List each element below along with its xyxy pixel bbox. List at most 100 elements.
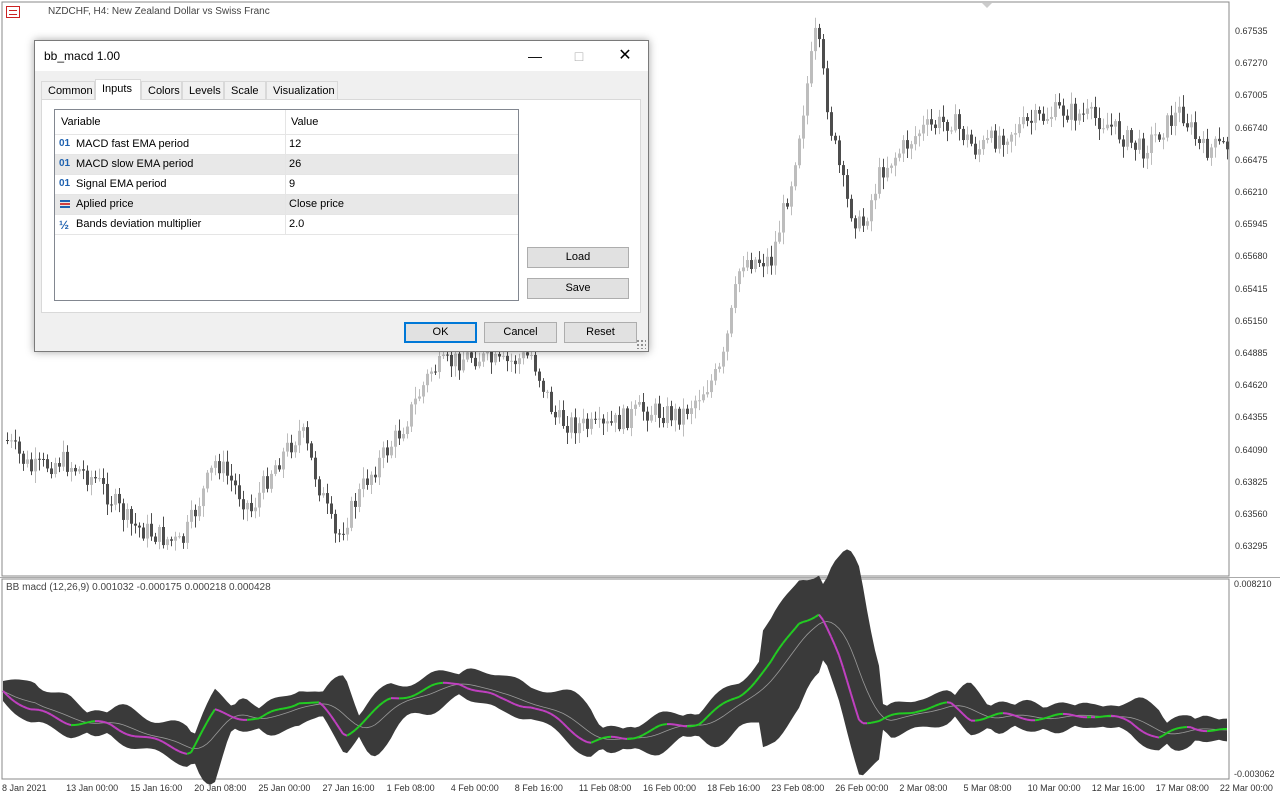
price-candle [334,513,337,534]
price-candle [70,467,73,472]
macd-line-segment [38,708,44,712]
price-candle [802,115,805,139]
price-candle [278,465,281,470]
indicator-properties-dialog[interactable]: bb_macd 1.00 — □ ✕ Common Inputs Colors … [34,40,649,352]
resize-grip-icon[interactable] [636,339,646,349]
macd-line-segment [282,706,288,710]
tab-scale[interactable]: Scale [224,81,266,99]
price-candle [238,485,241,500]
variable-value[interactable]: 26 [289,158,301,170]
price-candle [530,354,533,356]
variable-value[interactable]: 2.0 [289,218,304,230]
input-row-fast-ema[interactable]: 01 MACD fast EMA period 12 [55,135,518,155]
price-candle [1226,141,1229,150]
price-candle [1002,135,1005,145]
price-candle [506,355,509,362]
price-candle [42,458,45,460]
price-candle [790,186,793,207]
macd-line-segment [734,695,740,700]
price-candle [394,430,397,447]
price-candle [874,193,877,201]
price-candle [18,441,21,454]
macd-line-segment [690,724,696,728]
price-candle [590,418,593,429]
price-candle [1130,130,1133,143]
price-tick-label: 0.67270 [1235,58,1268,69]
close-button[interactable]: ✕ [602,41,648,71]
price-candle [1070,103,1073,120]
tab-visualization[interactable]: Visualization [266,81,338,99]
macd-line-segment [102,720,108,724]
integer-icon: 01 [59,158,71,169]
reset-button[interactable]: Reset [564,322,637,343]
price-candle [782,203,785,233]
price-candle [130,509,133,524]
macd-line-segment [914,710,920,714]
tab-levels[interactable]: Levels [182,81,224,99]
input-row-applied-price[interactable]: Aplied price Close price [55,195,518,215]
price-candle [1042,113,1045,121]
macd-line-segment [922,708,928,712]
price-candle [630,408,633,428]
price-candle [738,271,741,285]
tab-colors[interactable]: Colors [141,81,182,99]
price-candle [550,391,553,412]
price-candle [990,130,993,139]
input-row-bands-deviation[interactable]: ½ Bands deviation multiplier 2.0 [55,215,518,235]
macd-line-segment [90,720,96,723]
ok-button[interactable]: OK [404,322,477,343]
macd-line-segment [630,737,636,740]
price-candle [1078,113,1081,121]
price-candle [1022,117,1025,125]
price-candle [254,507,257,512]
variable-value[interactable]: 12 [289,138,301,150]
price-candle [906,140,909,149]
price-candle [422,385,425,397]
macd-line-segment [98,720,104,723]
price-candle [474,357,477,367]
macd-line-segment [1014,714,1020,719]
price-candle [306,427,309,444]
load-button[interactable]: Load [527,247,629,268]
chart-title: NZDCHF, H4: New Zealand Dollar vs Swiss … [48,6,270,17]
macd-line-segment [910,711,916,715]
variable-value[interactable]: 9 [289,178,295,190]
price-candle [886,167,889,178]
chart-menu-icon[interactable] [6,6,20,18]
price-candle [594,418,597,420]
price-candle [942,116,945,123]
dialog-titlebar[interactable]: bb_macd 1.00 — □ ✕ [35,41,648,71]
macd-line-segment [1150,734,1156,738]
price-candle [386,447,389,456]
price-candle [446,354,449,356]
price-candle [6,440,9,441]
macd-line-segment [542,709,548,713]
input-row-signal-ema[interactable]: 01 Signal EMA period 9 [55,175,518,195]
cancel-button[interactable]: Cancel [484,322,557,343]
minimize-button[interactable]: — [512,41,558,71]
price-candle [766,256,769,267]
price-candle [978,149,981,155]
price-candle [406,426,409,435]
price-tick-label: 0.64355 [1235,412,1268,423]
input-row-slow-ema[interactable]: 01 MACD slow EMA period 26 [55,155,518,175]
price-candle [170,539,173,541]
macd-line-segment [1118,715,1124,720]
price-candle [454,353,457,367]
tab-common[interactable]: Common [41,81,95,99]
price-candle [1170,115,1173,126]
macd-line-segment [618,736,624,740]
price-candle [622,408,625,430]
tab-inputs[interactable]: Inputs [95,79,141,100]
macd-line-segment [86,720,92,724]
save-button[interactable]: Save [527,278,629,299]
variable-value[interactable]: Close price [289,198,344,210]
price-candle [1094,106,1097,119]
price-candle [450,354,453,367]
price-candle [962,128,965,141]
price-candle [390,446,393,456]
macd-line-segment [150,736,156,740]
price-candle [118,493,121,504]
price-candle [86,470,89,485]
macd-line-segment [514,703,520,707]
